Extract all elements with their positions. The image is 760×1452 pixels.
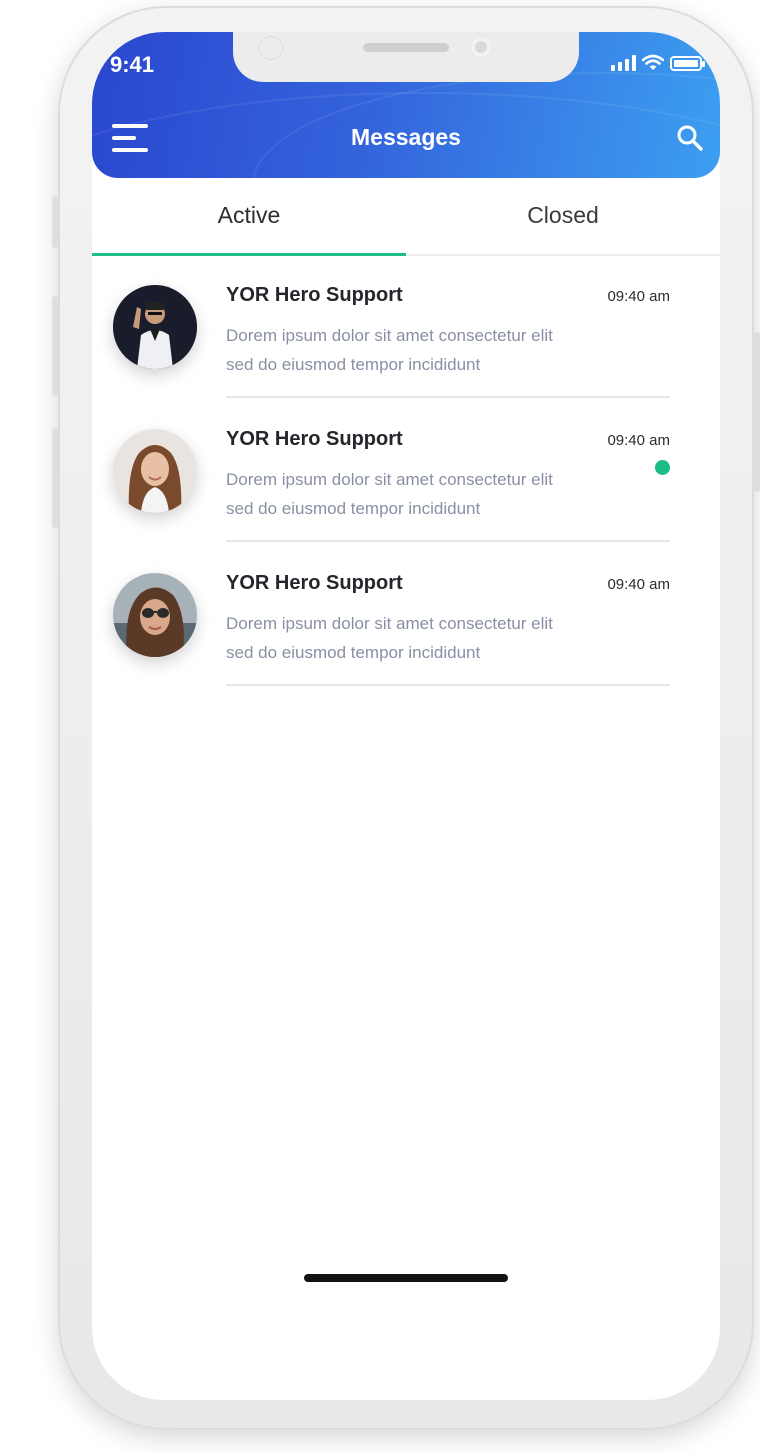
tab-active[interactable]: Active <box>92 202 406 229</box>
power-button <box>754 332 760 492</box>
list-item[interactable]: YOR Hero Support 09:40 am Dorem ipsum do… <box>92 542 720 686</box>
phone-screen: 9:41 Messages Active Closed YOR Hero Sup… <box>92 32 720 1400</box>
avatar <box>113 573 197 657</box>
message-time: 09:40 am <box>607 432 670 449</box>
message-preview-line: sed do eiusmod tempor incididunt <box>226 643 481 662</box>
page-title: Messages <box>351 124 461 150</box>
avatar-image <box>113 573 197 657</box>
list-item[interactable]: YOR Hero Support 09:40 am Dorem ipsum do… <box>92 254 720 398</box>
list-divider <box>226 684 670 686</box>
unread-indicator <box>655 460 670 475</box>
home-indicator[interactable] <box>304 1274 508 1282</box>
message-sender: YOR Hero Support <box>226 572 403 594</box>
message-preview-line: Dorem ipsum dolor sit amet consectetur e… <box>226 470 553 489</box>
notch-speaker <box>363 43 449 52</box>
tab-bar: Active Closed <box>92 178 720 256</box>
message-preview-line: sed do eiusmod tempor incididunt <box>226 499 481 518</box>
avatar-image <box>113 285 197 369</box>
message-preview: Dorem ipsum dolor sit amet consectetur e… <box>226 321 553 379</box>
mute-switch <box>52 196 58 248</box>
message-preview-line: Dorem ipsum dolor sit amet consectetur e… <box>226 614 553 633</box>
status-icons <box>611 54 705 71</box>
message-preview-line: Dorem ipsum dolor sit amet consectetur e… <box>226 326 553 345</box>
avatar <box>113 429 197 513</box>
notch-sensor <box>259 36 283 60</box>
status-time: 9:41 <box>110 52 155 77</box>
battery-icon <box>670 56 705 71</box>
search-icon[interactable] <box>676 124 704 152</box>
volume-down-button <box>52 428 58 528</box>
avatar-image <box>113 429 197 513</box>
avatar <box>113 285 197 369</box>
message-preview: Dorem ipsum dolor sit amet consectetur e… <box>226 465 553 523</box>
volume-up-button <box>52 296 58 396</box>
message-preview: Dorem ipsum dolor sit amet consectetur e… <box>226 609 553 667</box>
message-sender: YOR Hero Support <box>226 428 403 450</box>
cellular-signal-icon <box>611 55 636 71</box>
message-preview-line: sed do eiusmod tempor incididunt <box>226 355 481 374</box>
front-camera <box>471 37 491 57</box>
list-item[interactable]: YOR Hero Support 09:40 am Dorem ipsum do… <box>92 398 720 542</box>
message-list: YOR Hero Support 09:40 am Dorem ipsum do… <box>92 254 720 686</box>
phone-notch <box>233 32 579 82</box>
wifi-icon <box>642 54 664 70</box>
message-time: 09:40 am <box>607 576 670 593</box>
message-time: 09:40 am <box>607 288 670 305</box>
message-sender: YOR Hero Support <box>226 284 403 306</box>
tab-closed[interactable]: Closed <box>406 202 720 229</box>
